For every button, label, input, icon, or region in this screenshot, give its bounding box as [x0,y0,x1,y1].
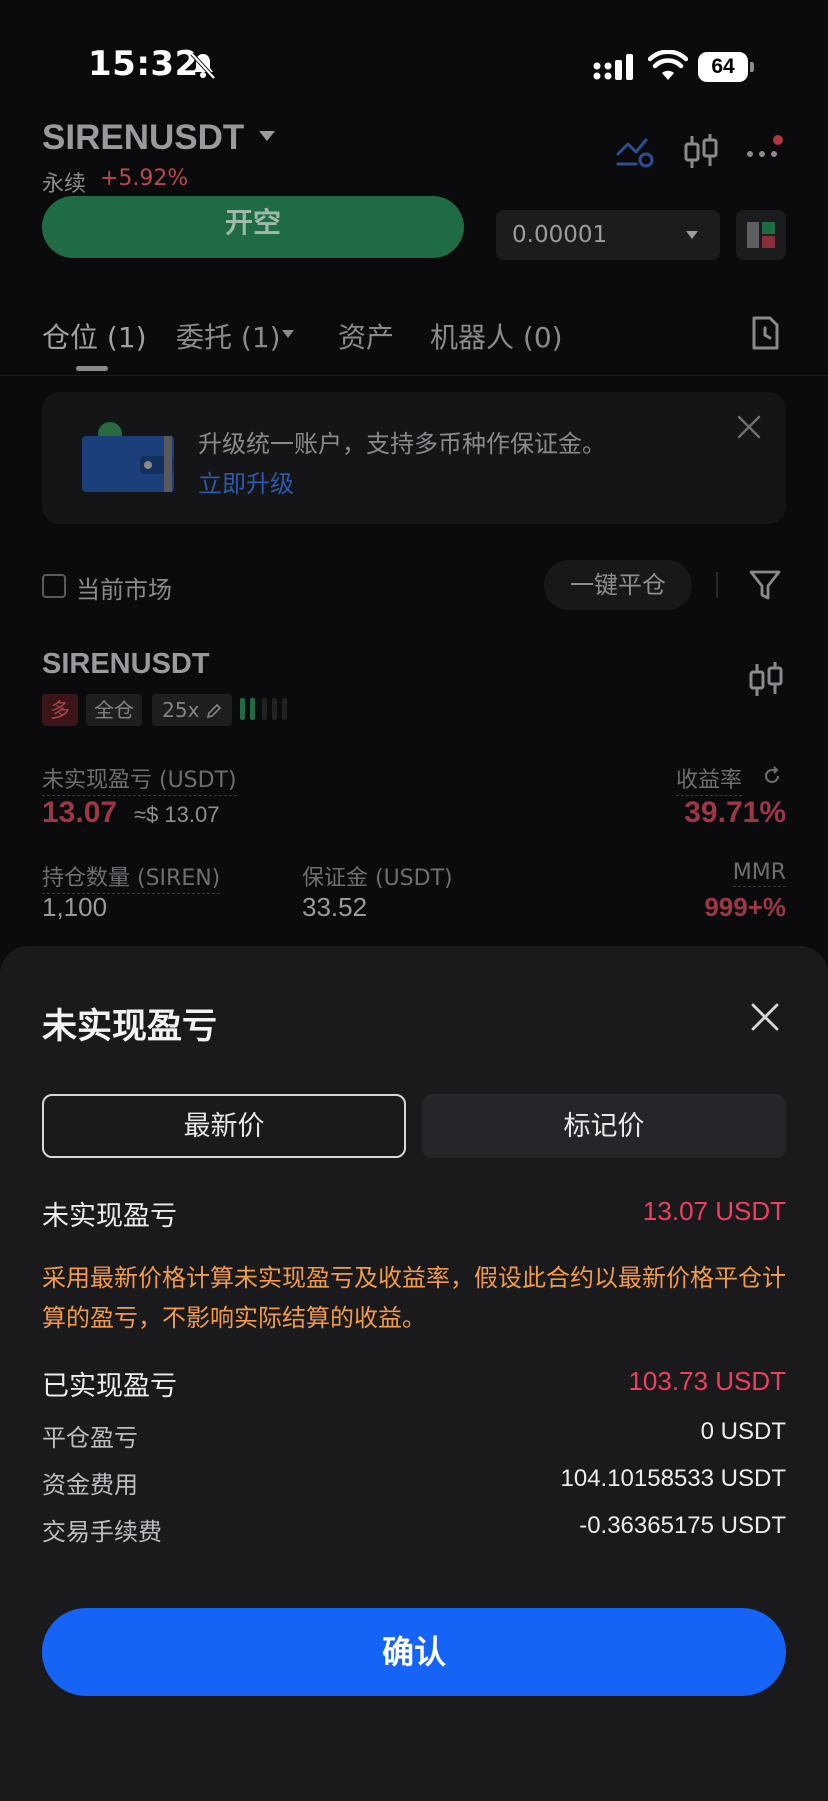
chevron-down-icon[interactable] [282,330,294,338]
wallet-icon [82,422,174,492]
realized-label: 已实现盈亏 [42,1371,177,1402]
quantity-step-select[interactable]: 0.00001 [496,210,720,260]
chevron-down-icon[interactable] [258,130,276,142]
unrealized-pnl-usd: ≈$ 13.07 [134,802,220,827]
close-icon[interactable] [750,1002,780,1032]
roe-label[interactable]: 收益率 [676,762,743,796]
close-all-button[interactable]: 一键平仓 [544,560,692,610]
quantity-step-value: 0.00001 [512,222,608,248]
edit-icon [206,703,221,719]
symbol-selector[interactable]: SIRENUSDT [42,118,244,158]
trading-fee-label: 交易手续费 [42,1518,162,1546]
trading-fee-value: -0.36365175 USDT [579,1512,786,1539]
candlestick-chart-icon[interactable] [746,660,786,700]
chevron-down-icon [686,231,698,239]
position-size-value: 1,100 [42,892,108,922]
upgrade-link[interactable]: 立即升级 [198,464,294,499]
current-market-checkbox[interactable] [42,574,66,598]
price-alert-icon[interactable] [614,132,658,172]
filter-icon[interactable] [748,568,782,602]
current-market-label: 当前市场 [76,576,172,604]
mmr-value: 999+% [704,892,786,922]
close-pnl-label: 平仓盈亏 [42,1424,138,1452]
more-menu-icon[interactable] [744,132,788,172]
side-badge: 多 [42,694,78,726]
confirm-button[interactable]: 确认 [42,1608,786,1696]
unrealized-pnl-value: 13.07 [42,796,118,829]
orderbook-layout-icon[interactable] [736,210,786,260]
position-symbol: SIRENUSDT [42,648,210,680]
active-tab-indicator [76,366,108,371]
margin-value: 33.52 [302,892,368,922]
unrealized-pnl-label[interactable]: 未实现盈亏 (USDT) [42,762,237,796]
roe-value: 39.71% [684,796,786,829]
candlestick-chart-icon[interactable] [680,132,724,172]
leverage-badge[interactable]: 25x [152,694,232,726]
tab-orders[interactable]: 委托 (1) [176,316,281,356]
unrealized-value: 13.07 USDT [642,1196,786,1226]
price-change: +5.92% [100,166,189,191]
position-size-label[interactable]: 持仓数量 (SIREN) [42,860,221,894]
mmr-label[interactable]: MMR [732,860,786,887]
leverage-value: 25x [162,698,200,722]
funding-fee-label: 资金费用 [42,1471,138,1499]
adl-indicator-icon [240,698,287,720]
tab-assets[interactable]: 资产 [338,316,394,356]
tab-positions[interactable]: 仓位 (1) [42,316,147,356]
contract-type-label: 永续 [42,172,87,197]
sheet-title: 未实现盈亏 [42,1007,218,1047]
segment-mark-price[interactable]: 标记价 [422,1094,786,1158]
funding-fee-value: 104.10158533 USDT [560,1465,787,1492]
close-icon[interactable] [736,414,762,440]
position-tabs: 仓位 (1) 委托 (1) 资产 机器人 (0) [0,310,828,376]
close-pnl-value: 0 USDT [700,1418,786,1445]
margin-mode-badge: 全仓 [86,694,142,726]
open-short-button[interactable]: 开空 [42,196,464,258]
calculation-note: 采用最新价格计算未实现盈亏及收益率，假设此合约以最新价格平仓计算的盈亏，不影响实… [42,1264,786,1332]
realized-value: 103.73 USDT [628,1366,786,1396]
banner-message: 升级统一账户，支持多币种作保证金。 [198,430,606,458]
unrealized-label: 未实现盈亏 [42,1201,177,1232]
tab-bots[interactable]: 机器人 (0) [430,316,563,356]
margin-label: 保证金 (USDT) [302,866,453,891]
divider [716,572,718,598]
history-icon[interactable] [750,316,780,350]
segment-last-price[interactable]: 最新价 [42,1094,406,1158]
refresh-icon[interactable] [762,766,782,786]
